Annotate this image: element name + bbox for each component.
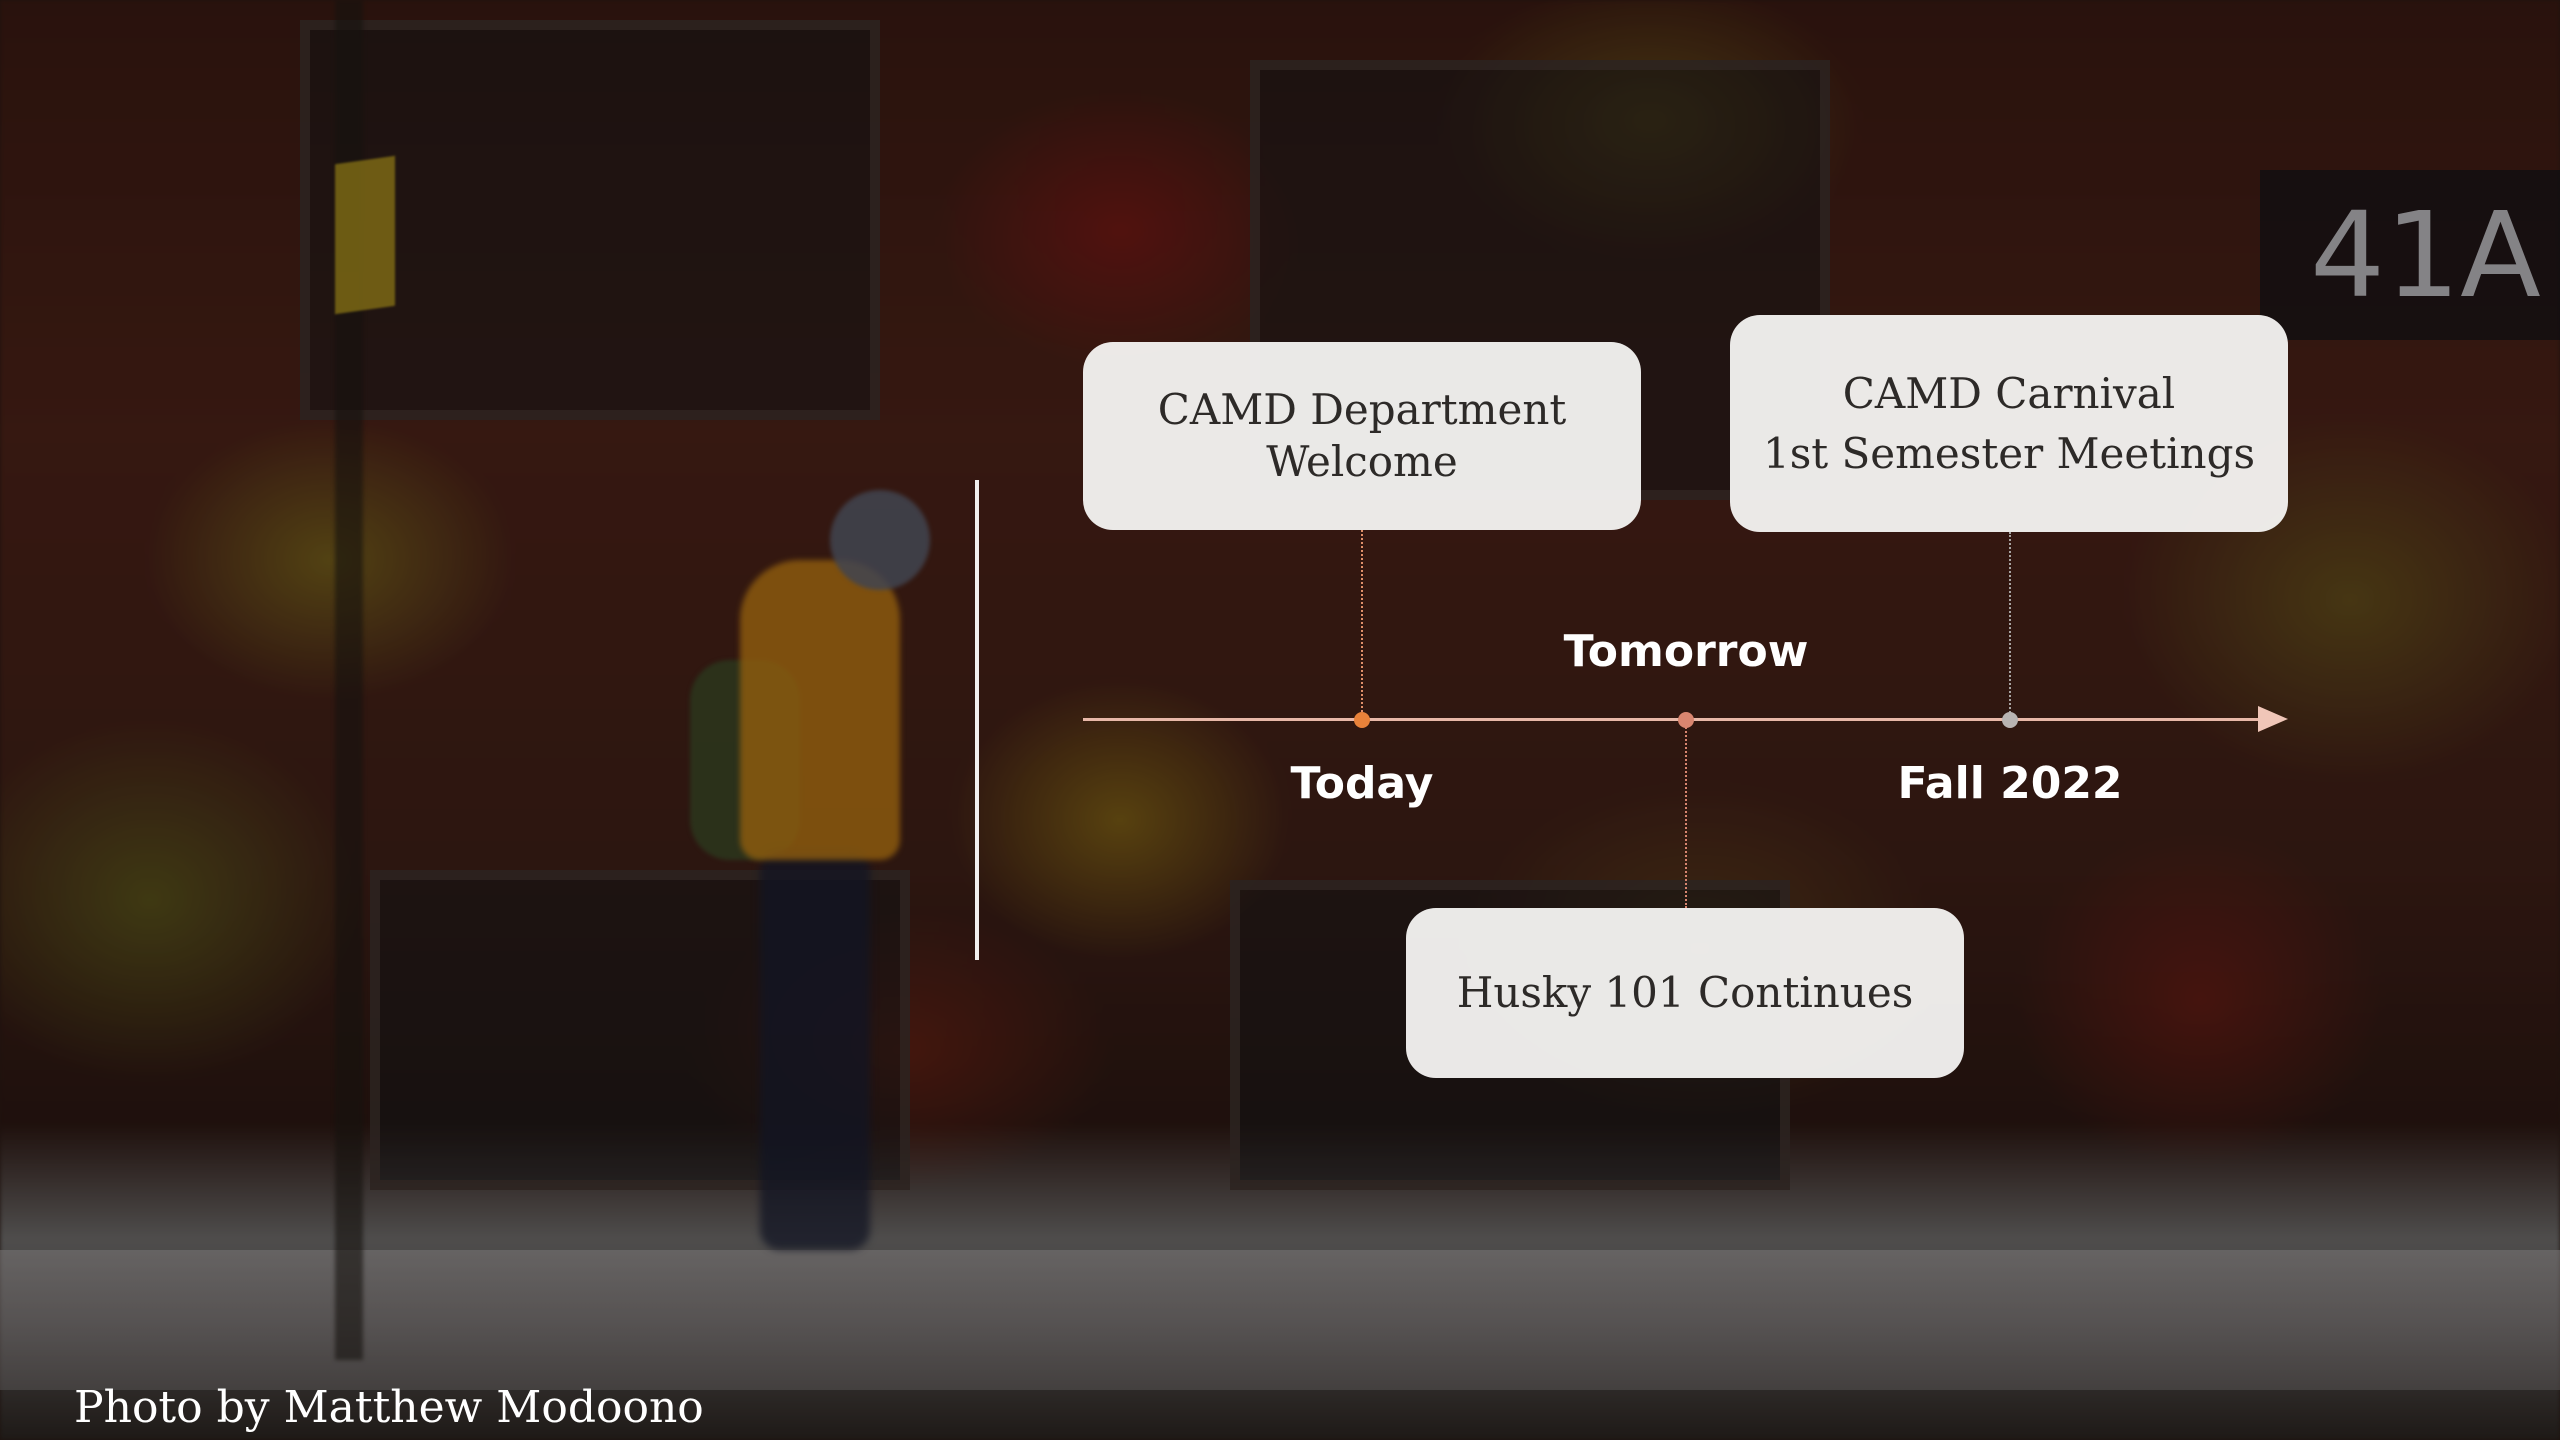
milestone-dot-today <box>1354 712 1370 728</box>
timeline: CAMD Department Welcome Today Husky 101 … <box>0 0 2560 1440</box>
card-line: CAMD Department <box>1157 385 1567 434</box>
timeline-arrow-icon <box>2258 706 2288 732</box>
milestone-card-today: CAMD Department Welcome <box>1083 342 1641 530</box>
slide: 41A CAMD Department Welcome Today Husky … <box>0 0 2560 1440</box>
connector-today <box>1361 530 1363 720</box>
milestone-dot-fall <box>2002 712 2018 728</box>
connector-fall <box>2009 532 2011 720</box>
card-line: CAMD Carnival <box>1842 368 2176 418</box>
milestone-label-fall: Fall 2022 <box>1897 758 2123 809</box>
card-line: Welcome <box>1266 437 1458 486</box>
timeline-axis <box>1083 718 2258 721</box>
photo-credit: Photo by Matthew Modoono <box>74 1382 704 1433</box>
milestone-dot-tomorrow <box>1678 712 1694 728</box>
card-line: Husky 101 Continues <box>1456 968 1914 1017</box>
milestone-card-tomorrow: Husky 101 Continues <box>1406 908 1964 1078</box>
milestone-label-tomorrow: Tomorrow <box>1563 626 1809 677</box>
connector-tomorrow <box>1685 720 1687 908</box>
milestone-label-today: Today <box>1290 758 1434 809</box>
vertical-divider <box>975 480 979 960</box>
card-line: 1st Semester Meetings <box>1762 428 2256 478</box>
milestone-card-fall: CAMD Carnival 1st Semester Meetings <box>1730 315 2288 532</box>
